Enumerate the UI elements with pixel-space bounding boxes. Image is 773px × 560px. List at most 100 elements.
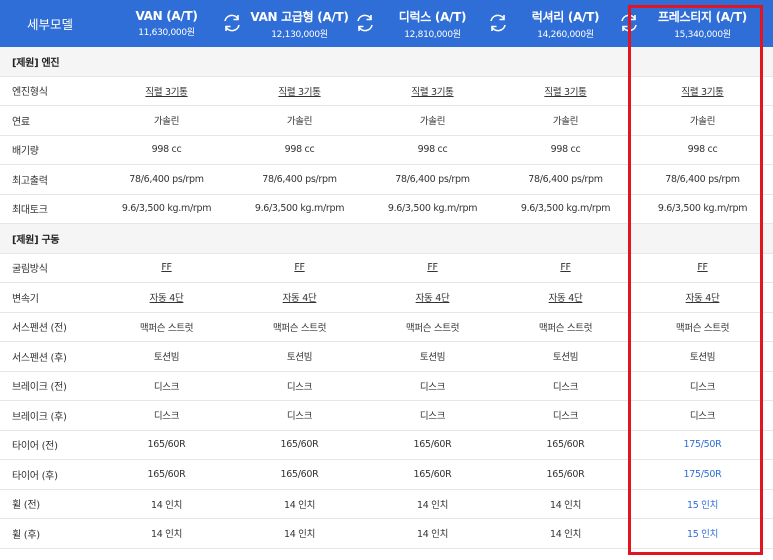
- spec-label: 서스펜션 (후): [0, 341, 100, 372]
- spec-value: 14 인치: [499, 518, 632, 549]
- trim-price: 11,630,000원: [138, 28, 195, 38]
- spec-value: 디스크: [366, 400, 499, 431]
- trim-price: 12,130,000원: [271, 29, 328, 40]
- spec-value: 가솔린: [100, 105, 233, 136]
- spec-value: 가솔린: [632, 105, 773, 136]
- spec-row-drive-type: 굴림방식 FF FF FF FF FF: [0, 253, 773, 283]
- spec-label: 타이어 (후): [0, 459, 100, 490]
- spec-row-wheel-front: 휠 (전) 14 인치 14 인치 14 인치 14 인치 15 인치: [0, 489, 773, 519]
- spec-value-link[interactable]: 자동 4단: [366, 282, 499, 313]
- spec-value: 디스크: [632, 400, 773, 431]
- spec-value: 14 인치: [233, 518, 366, 549]
- spec-value: 14 인치: [100, 518, 233, 549]
- spec-row-brake-rear: 브레이크 (후) 디스크 디스크 디스크 디스크 디스크: [0, 400, 773, 431]
- spec-value-link[interactable]: FF: [632, 253, 773, 283]
- spec-value: 14 인치: [366, 518, 499, 549]
- spec-value: 165/60R: [499, 459, 632, 490]
- spec-value-link[interactable]: FF: [100, 253, 233, 283]
- spec-column-header: 세부모델: [0, 0, 100, 47]
- spec-label: 브레이크 (전): [0, 371, 100, 401]
- section-header-drivetrain: [제원] 구동: [0, 223, 773, 254]
- spec-label: 서스펜션 (전): [0, 312, 100, 342]
- spec-value: 가솔린: [366, 105, 499, 136]
- spec-value-link[interactable]: FF: [233, 253, 366, 283]
- spec-value-link[interactable]: 직렬 3기통: [233, 76, 366, 106]
- spec-value: 165/60R: [366, 430, 499, 460]
- spec-value: 가솔린: [233, 105, 366, 136]
- spec-row-brake-front: 브레이크 (전) 디스크 디스크 디스크 디스크 디스크: [0, 371, 773, 401]
- section-header-engine: [제원] 엔진: [0, 47, 773, 77]
- section-title: [제원] 구동: [0, 223, 773, 254]
- spec-label: 굴림방식: [0, 253, 100, 283]
- spec-value-link[interactable]: 직렬 3기통: [100, 76, 233, 106]
- spec-value: 165/60R: [233, 430, 366, 460]
- spec-value-highlight: 175/50R: [632, 430, 773, 460]
- spec-value: 165/60R: [100, 459, 233, 490]
- spec-value-link[interactable]: 자동 4단: [233, 282, 366, 313]
- spec-label: 변속기: [0, 282, 100, 313]
- spec-value-link[interactable]: FF: [366, 253, 499, 283]
- swap-arrows-icon[interactable]: [618, 12, 640, 34]
- spec-value-link[interactable]: 자동 4단: [632, 282, 773, 313]
- spec-value: 토션빔: [632, 341, 773, 372]
- swap-arrows-icon[interactable]: [487, 12, 509, 34]
- trim-header-luxury[interactable]: 럭셔리 (A/T) 14,260,000원: [490, 0, 632, 47]
- spec-value: 78/6,400 ps/rpm: [366, 164, 499, 195]
- spec-value: 맥퍼슨 스트럿: [366, 312, 499, 342]
- trim-header-van[interactable]: VAN (A/T) 11,630,000원: [100, 0, 233, 47]
- trim-name: 프레스티지 (A/T): [658, 9, 747, 24]
- spec-value: 맥퍼슨 스트럿: [100, 312, 233, 342]
- spec-value: 맥퍼슨 스트럿: [632, 312, 773, 342]
- spec-value-link[interactable]: 직렬 3기통: [366, 76, 499, 106]
- spec-row-wheel-rear: 휠 (후) 14 인치 14 인치 14 인치 14 인치 15 인치: [0, 518, 773, 549]
- spec-value-highlight: 15 인치: [632, 489, 773, 519]
- spec-label: 연료: [0, 105, 100, 136]
- spec-value: 맥퍼슨 스트럿: [499, 312, 632, 342]
- swap-arrows-icon[interactable]: [221, 12, 243, 34]
- spec-value: 14 인치: [100, 489, 233, 519]
- spec-value: 14 인치: [366, 489, 499, 519]
- swap-arrows-icon[interactable]: [354, 12, 376, 34]
- spec-value-link[interactable]: 자동 4단: [100, 282, 233, 313]
- spec-label: 타이어 (전): [0, 430, 100, 460]
- spec-row-tire-front: 타이어 (전) 165/60R 165/60R 165/60R 165/60R …: [0, 430, 773, 460]
- spec-value-link[interactable]: 직렬 3기통: [499, 76, 632, 106]
- spec-row-max-power: 최고출력 78/6,400 ps/rpm 78/6,400 ps/rpm 78/…: [0, 164, 773, 195]
- spec-row-suspension-front: 서스펜션 (전) 맥퍼슨 스트럿 맥퍼슨 스트럿 맥퍼슨 스트럿 맥퍼슨 스트럿…: [0, 312, 773, 342]
- spec-value: 토션빔: [499, 341, 632, 372]
- spec-value-link[interactable]: 직렬 3기통: [632, 76, 773, 106]
- trim-name: 럭셔리 (A/T): [531, 9, 600, 24]
- spec-row-suspension-rear: 서스펜션 (후) 토션빔 토션빔 토션빔 토션빔 토션빔: [0, 341, 773, 372]
- spec-value: 디스크: [100, 400, 233, 431]
- spec-row-fuel: 연료 가솔린 가솔린 가솔린 가솔린 가솔린: [0, 105, 773, 136]
- spec-value: 165/60R: [366, 459, 499, 490]
- spec-value-link[interactable]: FF: [499, 253, 632, 283]
- spec-value: 디스크: [499, 371, 632, 401]
- trim-name: VAN 고급형 (A/T): [250, 9, 349, 24]
- spec-value: 998 cc: [100, 135, 233, 165]
- spec-value: 14 인치: [499, 489, 632, 519]
- spec-value: 디스크: [100, 371, 233, 401]
- spec-label: 최대토크: [0, 194, 100, 224]
- spec-value-link[interactable]: 자동 4단: [499, 282, 632, 313]
- trim-price: 14,260,000원: [537, 29, 594, 40]
- spec-label: 휠 (전): [0, 489, 100, 519]
- spec-value: 9.6/3,500 kg.m/rpm: [499, 194, 632, 224]
- spec-label: 최고출력: [0, 164, 100, 195]
- spec-value: 토션빔: [100, 341, 233, 372]
- spec-row-engine-type: 엔진형식 직렬 3기통 직렬 3기통 직렬 3기통 직렬 3기통 직렬 3기통: [0, 76, 773, 106]
- trim-price: 15,340,000원: [674, 29, 731, 40]
- spec-comparison-table: 세부모델 VAN (A/T) 11,630,000원 VAN 고급형 (A/T)…: [0, 0, 773, 549]
- spec-label: 브레이크 (후): [0, 400, 100, 431]
- trim-price: 12,810,000원: [404, 29, 461, 40]
- spec-row-tire-rear: 타이어 (후) 165/60R 165/60R 165/60R 165/60R …: [0, 459, 773, 490]
- spec-label: 휠 (후): [0, 518, 100, 549]
- trim-header-deluxe[interactable]: 디럭스 (A/T) 12,810,000원: [357, 0, 499, 47]
- spec-value: 디스크: [632, 371, 773, 401]
- spec-value: 998 cc: [233, 135, 366, 165]
- trim-header-van-premium[interactable]: VAN 고급형 (A/T) 12,130,000원: [224, 0, 366, 47]
- spec-value: 9.6/3,500 kg.m/rpm: [366, 194, 499, 224]
- spec-value: 78/6,400 ps/rpm: [632, 164, 773, 195]
- trim-header-prestige[interactable]: 프레스티지 (A/T) 15,340,000원: [621, 0, 773, 47]
- spec-value: 디스크: [233, 371, 366, 401]
